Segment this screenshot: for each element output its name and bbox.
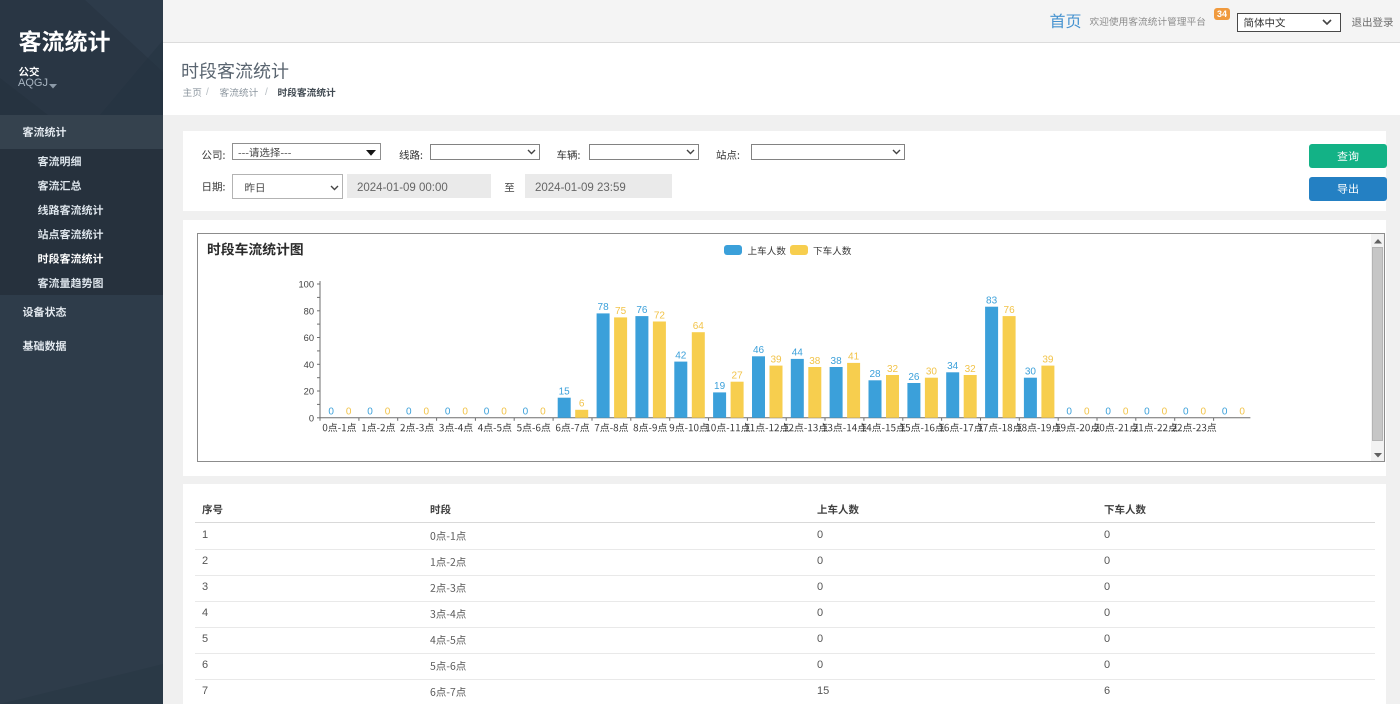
svg-text:39: 39 (1042, 354, 1054, 365)
svg-text:76: 76 (1004, 305, 1016, 316)
svg-text:32: 32 (965, 364, 977, 375)
svg-text:44: 44 (792, 348, 804, 359)
svg-text:20: 20 (304, 387, 314, 397)
svg-text:0: 0 (385, 407, 391, 418)
svg-text:75: 75 (615, 306, 627, 317)
svg-text:38: 38 (809, 356, 821, 367)
svg-text:39: 39 (770, 354, 782, 365)
svg-text:76: 76 (636, 305, 648, 316)
svg-text:0: 0 (484, 407, 490, 418)
svg-text:30: 30 (1025, 367, 1037, 378)
svg-text:0: 0 (462, 407, 468, 418)
svg-text:0: 0 (1201, 407, 1207, 418)
svg-text:15: 15 (559, 387, 571, 398)
svg-text:0: 0 (1239, 407, 1245, 418)
svg-text:32: 32 (887, 364, 899, 375)
svg-text:27: 27 (732, 371, 744, 382)
svg-text:100: 100 (298, 280, 314, 290)
svg-text:30: 30 (926, 367, 938, 378)
svg-text:72: 72 (654, 310, 666, 321)
svg-text:0: 0 (346, 407, 352, 418)
svg-text:0: 0 (1144, 407, 1150, 418)
svg-text:0: 0 (1183, 407, 1189, 418)
svg-text:0: 0 (328, 407, 334, 418)
svg-text:6: 6 (579, 399, 585, 410)
svg-text:0: 0 (309, 413, 314, 423)
svg-text:80: 80 (304, 306, 314, 316)
svg-text:83: 83 (986, 296, 998, 307)
svg-text:28: 28 (869, 369, 881, 380)
svg-text:38: 38 (831, 356, 843, 367)
svg-text:0: 0 (367, 407, 373, 418)
svg-text:0: 0 (445, 407, 451, 418)
svg-text:42: 42 (675, 350, 687, 361)
svg-text:40: 40 (304, 360, 314, 370)
svg-text:0: 0 (501, 407, 507, 418)
svg-text:0: 0 (406, 407, 412, 418)
svg-text:41: 41 (848, 352, 860, 363)
svg-text:19: 19 (714, 381, 726, 392)
svg-text:0: 0 (523, 407, 529, 418)
svg-text:60: 60 (304, 333, 314, 343)
svg-text:0: 0 (1066, 407, 1072, 418)
svg-text:34: 34 (947, 361, 959, 372)
svg-text:46: 46 (753, 345, 765, 356)
svg-text:0: 0 (1105, 407, 1111, 418)
svg-text:0: 0 (1222, 407, 1228, 418)
svg-text:78: 78 (598, 302, 610, 313)
svg-text:64: 64 (693, 321, 705, 332)
svg-text:26: 26 (908, 372, 920, 383)
svg-text:0: 0 (1084, 407, 1090, 418)
svg-text:0: 0 (1123, 407, 1129, 418)
svg-text:0: 0 (424, 407, 430, 418)
svg-text:0: 0 (1162, 407, 1168, 418)
svg-text:0: 0 (540, 407, 546, 418)
